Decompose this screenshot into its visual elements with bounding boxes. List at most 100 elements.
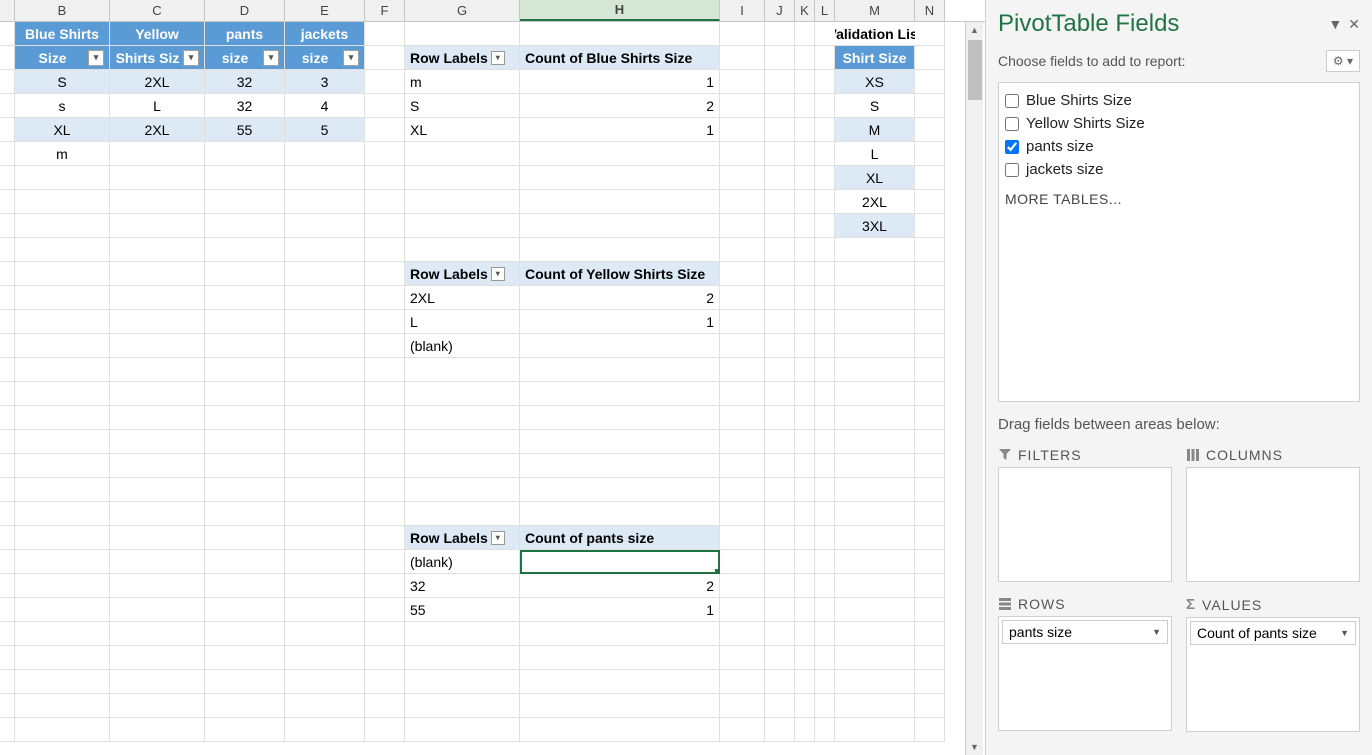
cell[interactable]: L	[405, 310, 520, 334]
cell[interactable]	[815, 718, 835, 742]
cell[interactable]	[915, 622, 945, 646]
cell[interactable]	[795, 406, 815, 430]
filter-dropdown-icon[interactable]: ▾	[343, 50, 359, 66]
cell[interactable]	[720, 190, 765, 214]
cell[interactable]	[405, 166, 520, 190]
cell[interactable]	[720, 406, 765, 430]
vertical-scrollbar[interactable]: ▲ ▼	[965, 22, 983, 755]
cell[interactable]	[110, 478, 205, 502]
cell[interactable]	[765, 526, 795, 550]
cell[interactable]	[205, 454, 285, 478]
cell[interactable]	[205, 334, 285, 358]
cell[interactable]	[405, 22, 520, 46]
values-area-box[interactable]: Count of pants size ▼	[1186, 617, 1360, 732]
selected-cell[interactable]	[520, 550, 720, 574]
cell[interactable]	[15, 166, 110, 190]
cell[interactable]: S	[405, 94, 520, 118]
cell[interactable]	[15, 190, 110, 214]
rows-area-item[interactable]: pants size ▼	[1002, 620, 1168, 644]
field-item[interactable]: pants size	[1003, 135, 1355, 158]
column-header[interactable]: L	[815, 0, 835, 21]
more-tables-link[interactable]: MORE TABLES...	[1003, 181, 1355, 217]
cell[interactable]	[795, 574, 815, 598]
cell[interactable]: 2XL	[405, 286, 520, 310]
cell[interactable]	[205, 694, 285, 718]
cell[interactable]	[915, 598, 945, 622]
cell[interactable]: Row Labels▾	[405, 46, 520, 70]
cell[interactable]	[0, 238, 15, 262]
cell[interactable]	[720, 70, 765, 94]
cell[interactable]	[915, 238, 945, 262]
cell[interactable]	[520, 502, 720, 526]
cell[interactable]	[520, 382, 720, 406]
columns-area-box[interactable]	[1186, 467, 1360, 582]
cell[interactable]	[835, 694, 915, 718]
cell[interactable]	[110, 262, 205, 286]
cell[interactable]: size▾	[205, 46, 285, 70]
cell[interactable]	[365, 166, 405, 190]
cell[interactable]	[915, 430, 945, 454]
cell[interactable]	[765, 694, 795, 718]
dropdown-icon[interactable]: ▼	[1152, 627, 1161, 637]
cell[interactable]	[815, 142, 835, 166]
cell[interactable]	[365, 70, 405, 94]
column-header[interactable]: B	[15, 0, 110, 21]
cell[interactable]: Count of pants size	[520, 526, 720, 550]
cell[interactable]	[795, 598, 815, 622]
cell[interactable]	[0, 550, 15, 574]
cell[interactable]	[815, 502, 835, 526]
cell[interactable]	[720, 598, 765, 622]
cell[interactable]	[915, 190, 945, 214]
cell[interactable]	[720, 502, 765, 526]
cell[interactable]	[835, 334, 915, 358]
cell[interactable]: S	[835, 94, 915, 118]
cell[interactable]	[405, 430, 520, 454]
cell[interactable]	[0, 94, 15, 118]
cell[interactable]	[815, 550, 835, 574]
cell[interactable]: 3	[285, 70, 365, 94]
cell[interactable]	[720, 142, 765, 166]
cell[interactable]	[365, 406, 405, 430]
cell[interactable]	[405, 478, 520, 502]
cell[interactable]	[835, 502, 915, 526]
cell[interactable]	[520, 166, 720, 190]
cell[interactable]	[365, 526, 405, 550]
cell[interactable]	[765, 94, 795, 118]
cell[interactable]	[365, 214, 405, 238]
cell[interactable]	[765, 454, 795, 478]
cell[interactable]	[365, 358, 405, 382]
cell[interactable]	[285, 622, 365, 646]
cell[interactable]	[285, 550, 365, 574]
cell[interactable]	[405, 454, 520, 478]
cell[interactable]	[285, 262, 365, 286]
cell[interactable]: 2XL	[110, 70, 205, 94]
cell[interactable]	[815, 46, 835, 70]
close-icon[interactable]: ✕	[1348, 16, 1360, 33]
field-list[interactable]: Blue Shirts SizeYellow Shirts Sizepants …	[998, 82, 1360, 402]
rows-area-box[interactable]: pants size ▼	[998, 616, 1172, 731]
cell[interactable]	[815, 478, 835, 502]
cell[interactable]	[0, 166, 15, 190]
cell[interactable]	[520, 670, 720, 694]
cell[interactable]	[205, 382, 285, 406]
cell[interactable]	[285, 454, 365, 478]
values-area-item[interactable]: Count of pants size ▼	[1190, 621, 1356, 645]
cell[interactable]: pants	[205, 22, 285, 46]
cell[interactable]	[285, 598, 365, 622]
cell[interactable]	[405, 646, 520, 670]
cell[interactable]: Shirts Siz▾	[110, 46, 205, 70]
cell[interactable]	[835, 262, 915, 286]
cell[interactable]	[795, 190, 815, 214]
cell[interactable]	[765, 550, 795, 574]
cell[interactable]: 32	[205, 94, 285, 118]
cell[interactable]	[835, 430, 915, 454]
cell[interactable]	[520, 214, 720, 238]
cell[interactable]	[815, 22, 835, 46]
cell[interactable]	[0, 142, 15, 166]
scroll-thumb[interactable]	[968, 40, 982, 100]
cell[interactable]	[795, 718, 815, 742]
cell[interactable]	[365, 622, 405, 646]
cell[interactable]	[15, 694, 110, 718]
cell[interactable]	[765, 622, 795, 646]
cell[interactable]	[205, 190, 285, 214]
